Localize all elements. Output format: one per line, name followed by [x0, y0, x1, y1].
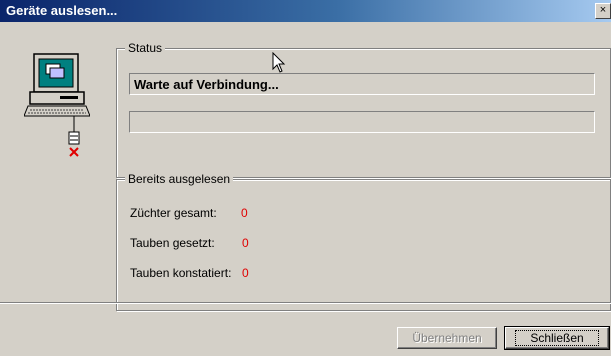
separator [0, 302, 611, 304]
row-pigeons-set: Tauben gesetzt: 0 [130, 236, 249, 250]
row-label: Züchter gesamt: [130, 206, 217, 220]
row-label: Tauben konstatiert: [130, 266, 232, 280]
progress-bar [129, 111, 595, 133]
dialog-body: Status Warte auf Verbindung... Bereits a… [0, 22, 611, 356]
read-legend: Bereits ausgelesen [125, 172, 234, 186]
row-label: Tauben gesetzt: [130, 236, 215, 250]
mouse-pointer-icon [272, 52, 286, 73]
apply-button[interactable]: Übernehmen [397, 327, 497, 349]
row-value: 0 [242, 236, 249, 250]
read-group: Bereits ausgelesen Züchter gesamt: 0 Tau… [116, 172, 611, 311]
status-message: Warte auf Verbindung... [129, 73, 595, 95]
computer-icon [24, 53, 90, 157]
window-title: Geräte auslesen... [6, 3, 118, 18]
close-button-label: Schließen [515, 330, 599, 346]
row-breeders: Züchter gesamt: 0 [130, 206, 248, 220]
row-pigeons-clocked: Tauben konstatiert: 0 [130, 266, 249, 280]
row-value: 0 [242, 266, 249, 280]
title-bar: Geräte auslesen... × [0, 0, 611, 22]
close-button[interactable]: Schließen [504, 326, 610, 350]
row-value: 0 [241, 206, 248, 220]
status-group: Status Warte auf Verbindung... [116, 41, 611, 178]
close-icon[interactable]: × [595, 3, 611, 19]
status-legend: Status [125, 41, 166, 55]
